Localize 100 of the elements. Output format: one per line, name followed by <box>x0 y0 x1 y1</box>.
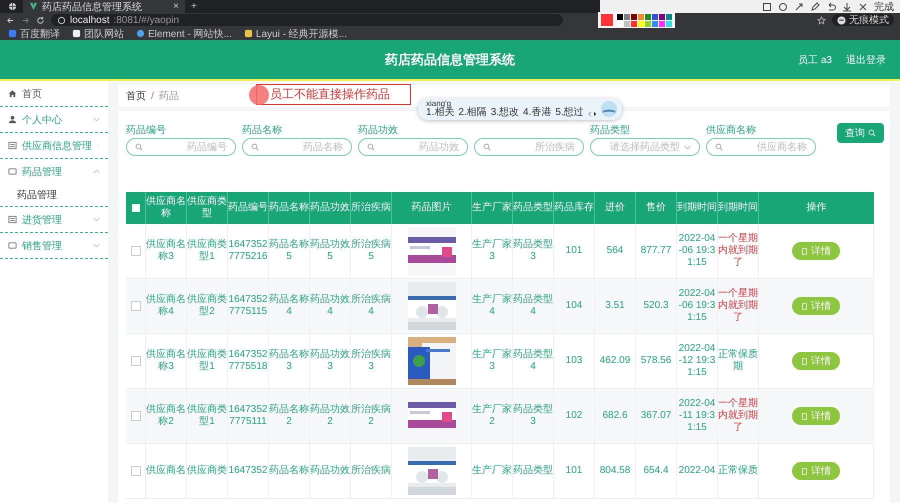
close-tab-button[interactable]: × <box>173 2 179 12</box>
breadcrumb-link[interactable]: 药品 <box>158 89 179 103</box>
close-icon[interactable] <box>858 2 868 12</box>
sidebar-item[interactable]: 首页 <box>0 81 108 106</box>
round-logo-icon <box>136 29 145 38</box>
color-swatch[interactable] <box>666 14 672 20</box>
pencil-icon[interactable] <box>810 2 820 12</box>
done-button[interactable]: 完成 <box>874 0 894 14</box>
arrow-icon[interactable] <box>794 2 804 12</box>
search-icon <box>483 143 491 151</box>
color-swatch[interactable] <box>652 14 658 20</box>
table-cell: 供应商名 <box>146 444 187 498</box>
ime-candidate[interactable]: 3.想改 <box>490 108 520 119</box>
search-field[interactable]: 所治疾病 <box>474 138 584 156</box>
table-cell: 804.58 <box>595 444 636 498</box>
table-cell: 生产厂家 <box>472 444 513 498</box>
checkbox[interactable] <box>132 204 140 212</box>
breadcrumb-link[interactable]: 首页 <box>126 89 146 103</box>
details-button[interactable]: 详情 <box>792 242 840 260</box>
square-logo-icon <box>244 29 253 38</box>
color-swatch[interactable] <box>638 14 644 20</box>
bookmark-link[interactable]: 团队网站 <box>72 26 124 40</box>
status-text: 正常保质 <box>718 465 758 477</box>
details-button[interactable]: 详情 <box>792 407 840 425</box>
undo-icon[interactable] <box>826 2 836 12</box>
ime-input-text: xiang'g <box>426 99 452 108</box>
table-cell: 104 <box>554 279 595 333</box>
table-cell: 654.4 <box>636 444 677 498</box>
color-swatch[interactable] <box>617 14 623 20</box>
table-cell: 2022-04-11 19:31:15 <box>677 389 718 443</box>
color-swatch[interactable] <box>645 14 651 20</box>
user-name: 员工 a3 <box>798 54 832 66</box>
color-swatch[interactable] <box>631 14 637 20</box>
color-swatch[interactable] <box>645 20 651 26</box>
table-cell: 供应商类型1 <box>187 224 228 278</box>
current-color-swatch[interactable] <box>601 14 613 26</box>
square-icon[interactable] <box>762 2 772 12</box>
incognito-icon <box>837 16 846 24</box>
color-swatch[interactable] <box>666 20 672 26</box>
document-icon <box>801 412 808 420</box>
color-swatch[interactable] <box>652 20 658 26</box>
incognito-profile-button[interactable]: 无痕模式 <box>832 14 894 26</box>
select-field[interactable]: 请选择药品类型 <box>590 138 700 156</box>
checkbox[interactable] <box>130 411 140 421</box>
chevron-icon <box>684 144 691 150</box>
search-field[interactable]: 药品名称 <box>242 138 352 156</box>
page-arrows-icon[interactable] <box>588 110 597 116</box>
checkbox[interactable] <box>130 356 140 366</box>
bookmark-link[interactable]: Layui - 经典开源模... <box>244 26 348 40</box>
new-tab-button[interactable]: + <box>191 2 197 12</box>
ime-candidate[interactable]: 2.相隔 <box>458 108 487 119</box>
color-swatch[interactable] <box>617 20 623 26</box>
table-cell: 16473527775111 <box>228 389 269 443</box>
status-text: 正常保质期 <box>718 349 758 373</box>
browser-tab[interactable]: 药店药品信息管理系统 × <box>23 0 185 13</box>
bookmark-link[interactable]: Element - 网站快... <box>136 26 232 40</box>
forward-icon[interactable] <box>21 16 30 24</box>
ime-candidate[interactable]: 5.想过 <box>555 108 584 119</box>
details-button[interactable]: 详情 <box>792 462 840 480</box>
table-cell: 578.56 <box>636 334 677 388</box>
sidebar-subitem[interactable]: 药品管理 <box>0 184 108 206</box>
table-cell: 药品功效3 <box>310 334 351 388</box>
search-field[interactable]: 药品编号 <box>126 138 236 156</box>
sidebar-item[interactable]: 供应商信息管理 <box>0 133 108 158</box>
logout-link[interactable]: 退出登录 <box>846 52 886 66</box>
reload-icon[interactable] <box>36 16 45 24</box>
color-swatch[interactable] <box>624 14 630 20</box>
table-cell: 103 <box>554 334 595 388</box>
color-swatch[interactable] <box>659 20 665 26</box>
color-swatch[interactable] <box>638 20 644 26</box>
circle-icon[interactable] <box>778 2 788 12</box>
table-cell: 药品名称2 <box>269 389 310 443</box>
search-button[interactable]: 查询 <box>837 123 884 143</box>
ime-candidate[interactable]: 1.相关 <box>426 108 454 119</box>
sidebar-item[interactable]: 进货管理 <box>0 207 108 232</box>
download-icon[interactable] <box>842 2 852 12</box>
details-button[interactable]: 详情 <box>792 352 840 370</box>
sidebar-item[interactable]: 个人中心 <box>0 107 108 132</box>
status-text: 一个星期内就到期了 <box>718 233 758 269</box>
address-bar[interactable]: localhost :8081/#/yaopin <box>51 14 563 26</box>
color-swatch[interactable] <box>624 20 630 26</box>
checkbox[interactable] <box>130 246 140 256</box>
search-field[interactable]: 药品功效 <box>358 138 468 156</box>
app-title: 药店药品信息管理系统 <box>385 50 515 68</box>
color-swatch[interactable] <box>631 20 637 26</box>
back-icon[interactable] <box>6 16 15 24</box>
sidebar-item[interactable]: 药品管理 <box>0 159 108 184</box>
checkbox[interactable] <box>130 466 140 476</box>
details-button[interactable]: 详情 <box>792 297 840 315</box>
sidebar-item[interactable]: 销售管理 <box>0 233 108 258</box>
color-swatch[interactable] <box>659 14 665 20</box>
table-cell: 所治疾病3 <box>351 334 392 388</box>
table-cell: 101 <box>554 444 595 498</box>
ime-candidate[interactable]: 4.香港 <box>523 108 552 119</box>
table-cell: 所治疾病5 <box>351 224 392 278</box>
search-field[interactable]: 供应商名称 <box>706 138 816 156</box>
bookmark-link[interactable]: 百度翻译 <box>8 26 60 40</box>
star-icon[interactable] <box>817 16 826 24</box>
checkbox[interactable] <box>130 301 140 311</box>
table-cell: 564 <box>595 224 636 278</box>
